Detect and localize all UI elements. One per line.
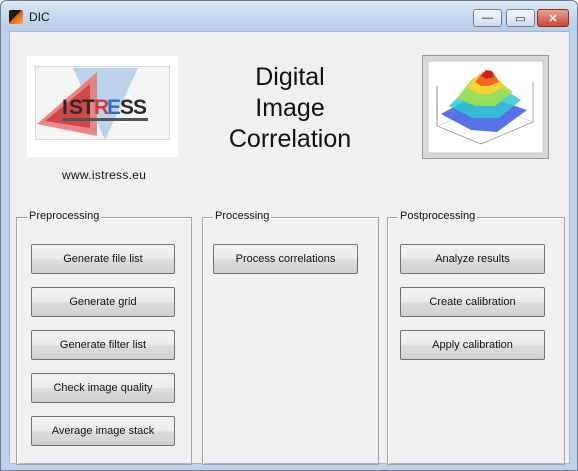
matlab-app-icon <box>9 10 23 24</box>
surface-plot-image <box>422 55 549 159</box>
svg-text:S: S <box>133 96 147 119</box>
client-area: I S T R E S S www.istress.eu Digital Ima… <box>9 31 570 465</box>
generate-grid-button[interactable]: Generate grid <box>31 287 175 317</box>
svg-text:I: I <box>62 96 68 119</box>
create-calibration-button[interactable]: Create calibration <box>400 287 545 317</box>
generate-file-list-button[interactable]: Generate file list <box>31 244 175 274</box>
analyze-results-button[interactable]: Analyze results <box>400 244 545 274</box>
check-image-quality-button[interactable]: Check image quality <box>31 373 175 403</box>
website-link[interactable]: www.istress.eu <box>62 168 146 182</box>
svg-text:E: E <box>107 96 121 119</box>
process-correlations-button[interactable]: Process correlations <box>213 244 358 274</box>
close-icon: ✕ <box>548 12 558 25</box>
postprocessing-title: Postprocessing <box>398 210 478 222</box>
apply-calibration-button[interactable]: Apply calibration <box>400 330 545 360</box>
minimize-button[interactable]: — <box>473 9 502 27</box>
title-line-1: Digital <box>255 63 325 91</box>
average-image-stack-button[interactable]: Average image stack <box>31 416 175 446</box>
title-bar[interactable]: DIC — ▭ ✕ <box>1 1 577 31</box>
title-line-3: Correlation <box>228 125 352 153</box>
minimize-icon: — <box>482 12 493 24</box>
processing-title: Processing <box>213 210 272 222</box>
maximize-icon: ▭ <box>515 12 526 25</box>
svg-text:S: S <box>69 96 83 119</box>
svg-text:S: S <box>120 96 134 119</box>
processing-panel: Processing Process correlations <box>202 210 379 465</box>
istress-logo: I S T R E S S <box>27 56 178 157</box>
title-line-2: Image <box>255 94 325 122</box>
generate-filter-list-button[interactable]: Generate filter list <box>31 330 175 360</box>
preprocessing-title: Preprocessing <box>27 210 102 222</box>
surface-plot-graphic <box>427 60 544 154</box>
preprocessing-panel: Preprocessing Generate file list Generat… <box>16 210 192 465</box>
app-title: Digital Image Correlation <box>220 62 360 155</box>
dic-window: DIC — ▭ ✕ I S T R E S S www.istress.eu D… <box>0 0 578 471</box>
window-title: DIC <box>29 10 50 24</box>
postprocessing-panel: Postprocessing Analyze results Create ca… <box>387 210 565 465</box>
close-button[interactable]: ✕ <box>537 9 569 27</box>
maximize-button[interactable]: ▭ <box>506 9 535 27</box>
istress-logo-graphic: I S T R E S S <box>35 66 170 140</box>
